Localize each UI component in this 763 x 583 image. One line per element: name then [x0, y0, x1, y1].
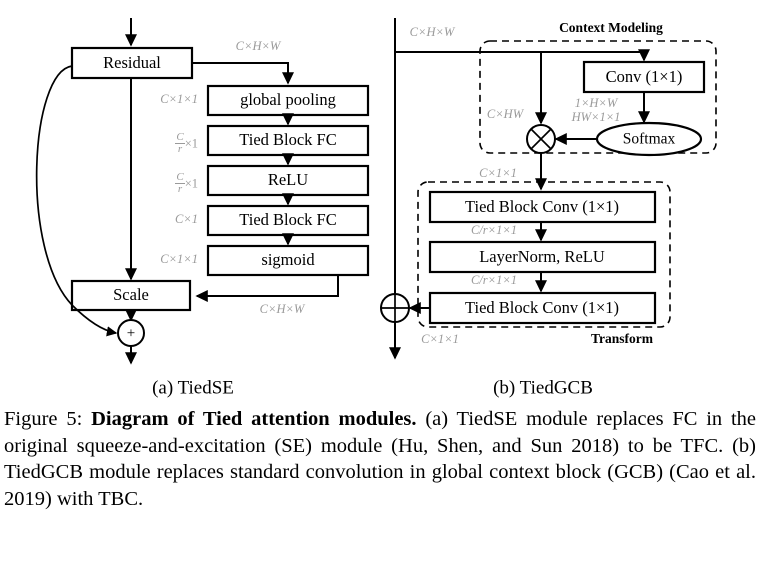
dim-residual-out: C×H×W — [236, 39, 282, 53]
dim-tfc1-in-denominator: r — [177, 143, 183, 156]
block-sigmoid-label: sigmoid — [261, 250, 315, 269]
block-tied-block-conv-2-label: Tied Block Conv (1×1) — [465, 298, 619, 317]
figure-caption: Figure 5: Diagram of Tied attention modu… — [4, 406, 756, 513]
dim-ln-out: C/r×1×1 — [471, 273, 517, 287]
dim-mul-left: C×HW — [487, 107, 525, 121]
block-conv-1x1-label: Conv (1×1) — [606, 67, 683, 86]
dim-relu-in-denominator: r — [177, 183, 183, 196]
dim-scale-in: C×H×W — [260, 302, 306, 316]
block-tied-block-fc-1-label: Tied Block FC — [239, 130, 337, 149]
block-tied-block-fc-2-label: Tied Block FC — [239, 210, 337, 229]
block-relu-label: ReLU — [268, 170, 308, 189]
dim-relu-in: C r ×1 — [148, 171, 198, 196]
figure-number: Figure 5: — [4, 408, 83, 430]
dim-input-b: C×H×W — [410, 25, 456, 39]
dim-tfc1-in-fraction: C r — [175, 131, 185, 156]
dim-conv-out-2: HW×1×1 — [571, 110, 621, 124]
dim-tfc2-in: C×1 — [175, 212, 198, 226]
dim-pooling-in: C×1×1 — [160, 92, 198, 106]
block-global-pooling-label: global pooling — [240, 90, 336, 109]
dim-tfc1-in-suffix: ×1 — [184, 136, 198, 151]
operator-add-a-symbol: + — [127, 325, 135, 341]
dim-mul-out: C×1×1 — [479, 166, 517, 180]
region-transform-title: Transform — [591, 331, 654, 346]
subcaption-a: (a) TiedSE — [152, 377, 234, 398]
dim-relu-in-suffix: ×1 — [184, 176, 198, 191]
block-tied-block-conv-1-label: Tied Block Conv (1×1) — [465, 197, 619, 216]
arrow-branch-to-conv — [395, 49, 650, 62]
dim-conv-out-1: 1×H×W — [575, 96, 619, 110]
dim-relu-in-fraction: C r — [175, 171, 185, 196]
diagram-svg: Residual C×H×W global pooling C×1×1 Tied… — [35, 18, 717, 398]
figure-title: Diagram of Tied attention modules. — [91, 408, 417, 430]
figure-container: Residual C×H×W global pooling C×1×1 Tied… — [0, 0, 763, 583]
block-residual-label: Residual — [103, 53, 161, 72]
dim-final-out: C×1×1 — [421, 332, 459, 346]
dim-sigmoid-in: C×1×1 — [160, 252, 198, 266]
block-softmax-label: Softmax — [623, 131, 676, 148]
block-layernorm-relu-label: LayerNorm, ReLU — [479, 247, 605, 266]
subcaption-b: (b) TiedGCB — [493, 377, 593, 398]
region-context-modeling-title: Context Modeling — [559, 20, 663, 35]
arrow-residual-to-pooling — [192, 62, 294, 85]
block-scale-label: Scale — [113, 285, 149, 304]
dim-tbc1-out: C/r×1×1 — [471, 223, 517, 237]
dim-tfc1-in: C r ×1 — [148, 131, 198, 156]
arrow-sigmoid-to-scale — [195, 275, 339, 302]
